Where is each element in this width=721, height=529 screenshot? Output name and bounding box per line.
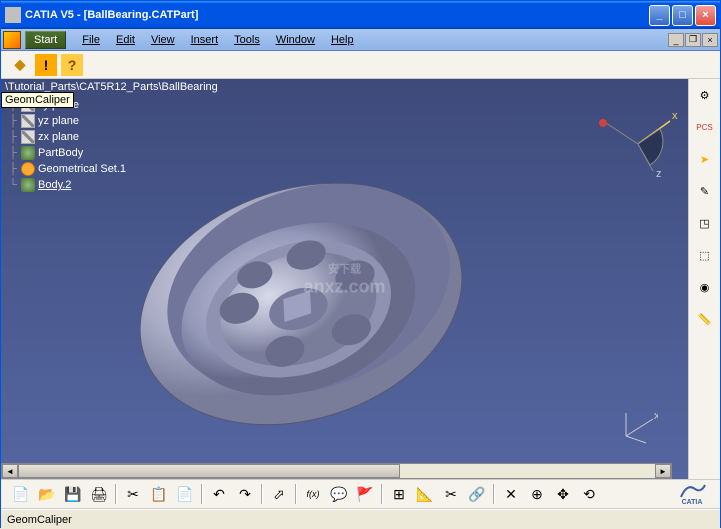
plane-icon <box>21 114 35 128</box>
clip-icon[interactable]: ✂ <box>439 482 463 506</box>
copy-icon[interactable]: 📋 <box>147 482 171 506</box>
main-area: \Tutorial_Parts\CAT5R12_Parts\BallBearin… <box>1 79 720 479</box>
undo-icon[interactable]: ↶ <box>207 482 231 506</box>
tree-item-zx-plane[interactable]: ├zx plane <box>5 129 126 145</box>
menu-tools[interactable]: Tools <box>226 32 268 48</box>
separator <box>295 484 297 504</box>
part-path: \Tutorial_Parts\CAT5R12_Parts\BallBearin… <box>1 79 688 95</box>
pointer-icon[interactable]: ⬀ <box>267 482 291 506</box>
menu-insert[interactable]: Insert <box>183 32 227 48</box>
open-icon[interactable]: 📂 <box>35 482 59 506</box>
compass-z-label: z <box>656 168 662 179</box>
formula-icon[interactable]: f(x) <box>301 482 325 506</box>
mdi-restore-button[interactable]: ❐ <box>685 33 701 47</box>
compass-icon[interactable]: x z <box>598 109 678 179</box>
select-arrow-icon[interactable]: ➤ <box>693 147 717 171</box>
pan-icon[interactable]: ✥ <box>551 482 575 506</box>
tree-label: yz plane <box>38 115 79 127</box>
warning-icon[interactable]: ! <box>35 54 57 76</box>
separator <box>115 484 117 504</box>
link-icon[interactable]: 🔗 <box>465 482 489 506</box>
viewport-3d[interactable]: \Tutorial_Parts\CAT5R12_Parts\BallBearin… <box>1 79 688 479</box>
print-icon[interactable]: 🖨 <box>87 482 111 506</box>
balloon-icon[interactable]: 💬 <box>327 482 351 506</box>
tree-item-partbody[interactable]: ├PartBody <box>5 145 126 161</box>
mdi-close-button[interactable]: × <box>702 33 718 47</box>
plane-icon <box>21 130 35 144</box>
bottom-toolbar: 📄📂💾🖨✂📋📄↶↷⬀f(x)💬🚩⊞📐✂🔗✕⊕✥⟲CATIA <box>1 479 720 509</box>
material-icon[interactable]: ◉ <box>693 275 717 299</box>
catia-menu-icon[interactable] <box>3 31 21 49</box>
compass-x-label: x <box>672 110 678 122</box>
paste-icon[interactable]: 📄 <box>173 482 197 506</box>
right-toolbar: ⚙ PCS ➤ ✎ ◳ ⬚ ◉ 📏 <box>688 79 720 479</box>
maximize-button[interactable]: □ <box>672 5 693 26</box>
save-icon[interactable]: 💾 <box>61 482 85 506</box>
tree-label: Body.2 <box>38 179 71 191</box>
flag-icon[interactable]: 🚩 <box>353 482 377 506</box>
ball-bearing-model[interactable] <box>101 129 501 459</box>
measure-icon[interactable]: 📏 <box>693 307 717 331</box>
separator <box>493 484 495 504</box>
pcs-icon[interactable]: PCS <box>693 115 717 139</box>
catia-logo: CATIA <box>672 481 712 507</box>
spec-tree: ├xy plane├yz plane├zx plane├PartBody├Geo… <box>5 97 126 193</box>
body-icon <box>21 178 35 192</box>
tree-label: zx plane <box>38 131 79 143</box>
window-title: CATIA V5 - [BallBearing.CATPart] <box>25 9 649 21</box>
separator <box>201 484 203 504</box>
swallow-icon[interactable]: ✕ <box>499 482 523 506</box>
body-icon <box>21 146 35 160</box>
titlebar: CATIA V5 - [BallBearing.CATPart] _ □ × <box>1 1 720 29</box>
grid-icon[interactable]: ⊞ <box>387 482 411 506</box>
settings-icon[interactable]: ⚙ <box>693 83 717 107</box>
separator <box>261 484 263 504</box>
tree-item-geometrical-set-1[interactable]: ├Geometrical Set.1 <box>5 161 126 177</box>
horizontal-scrollbar[interactable]: ◄ ► <box>1 463 672 479</box>
scroll-left-button[interactable]: ◄ <box>2 464 18 478</box>
menu-window[interactable]: Window <box>268 32 323 48</box>
edit-icon[interactable]: ✎ <box>693 179 717 203</box>
menu-help[interactable]: Help <box>323 32 362 48</box>
help-icon[interactable]: ? <box>61 54 83 76</box>
help-toolbar: ◆ ! ? <box>1 51 720 79</box>
menu-edit[interactable]: Edit <box>108 32 143 48</box>
menu-file[interactable]: File <box>74 32 108 48</box>
start-menu[interactable]: Start <box>25 31 66 49</box>
axis-indicator-icon: x <box>618 411 658 449</box>
close-button[interactable]: × <box>695 5 716 26</box>
new-icon[interactable]: 📄 <box>9 482 33 506</box>
status-text: GeomCaliper <box>7 514 72 526</box>
minimize-button[interactable]: _ <box>649 5 670 26</box>
tree-item-body-2[interactable]: └Body.2 <box>5 177 126 193</box>
tooltip: GeomCaliper <box>1 92 74 108</box>
ruler-icon[interactable]: 📐 <box>413 482 437 506</box>
scroll-right-button[interactable]: ► <box>655 464 671 478</box>
redo-icon[interactable]: ↷ <box>233 482 257 506</box>
tree-label: Geometrical Set.1 <box>38 163 126 175</box>
scroll-thumb[interactable] <box>18 464 400 478</box>
rotate-icon[interactable]: ⟲ <box>577 482 601 506</box>
statusbar: GeomCaliper <box>1 509 720 529</box>
tree-item-yz-plane[interactable]: ├yz plane <box>5 113 126 129</box>
cut-icon[interactable]: ✂ <box>121 482 145 506</box>
separator <box>381 484 383 504</box>
tree-label: PartBody <box>38 147 83 159</box>
what-is-icon[interactable]: ◆ <box>9 54 31 76</box>
fit-icon[interactable]: ⊕ <box>525 482 549 506</box>
view-icon[interactable]: ⬚ <box>693 243 717 267</box>
geomset-icon <box>21 162 35 176</box>
menu-view[interactable]: View <box>143 32 183 48</box>
compass-icon[interactable]: ◳ <box>693 211 717 235</box>
svg-text:x: x <box>654 411 658 422</box>
mdi-minimize-button[interactable]: _ <box>668 33 684 47</box>
menubar: Start File Edit View Insert Tools Window… <box>1 29 720 51</box>
app-icon <box>5 7 21 23</box>
